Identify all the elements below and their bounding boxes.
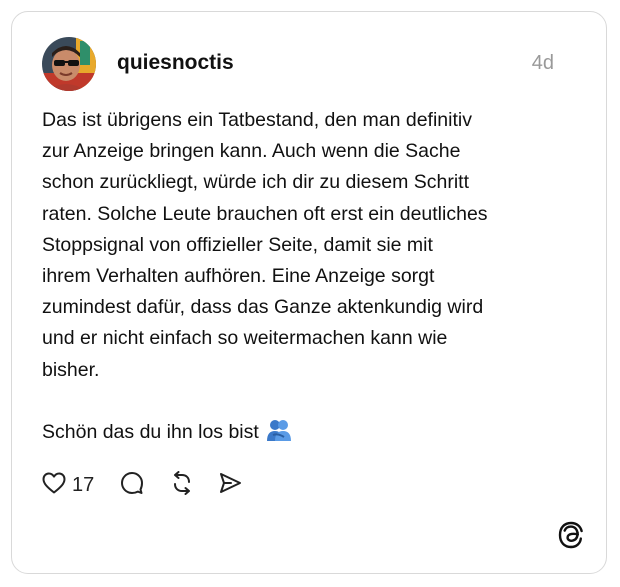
post-text-line: Stoppsignal von offizieller Seite, damit… — [42, 233, 433, 256]
post-text-line: zumindest dafür, dass das Ganze aktenkun… — [42, 296, 484, 319]
post-text-line: schon zurückliegt, würde ich dir zu dies… — [42, 171, 470, 194]
post-text-line: raten. Solche Leute brauchen oft erst ei… — [42, 202, 488, 225]
post-text-line: Das ist übrigens ein Tatbestand, den man… — [42, 109, 472, 131]
post-text: Das ist übrigens ein Tatbestand, den man… — [42, 105, 572, 452]
post-text-line: ihrem Verhalten aufhören. Eine Anzeige s… — [42, 265, 435, 288]
like-button[interactable]: 17 — [42, 470, 94, 500]
post-text-line: und er nicht einfach so weitermachen kan… — [42, 327, 448, 350]
heart-icon — [42, 472, 66, 499]
repost-icon — [170, 470, 194, 500]
reply-button[interactable] — [120, 470, 144, 500]
closing-text: Schön das du ihn los bist — [42, 421, 259, 444]
send-icon — [218, 471, 242, 500]
like-count: 17 — [72, 473, 95, 496]
avatar[interactable] — [42, 37, 96, 91]
post-text-line: bisher. — [42, 358, 100, 381]
share-button[interactable] — [218, 470, 242, 500]
comment-icon — [120, 471, 144, 500]
people-hugging-emoji-icon — [266, 418, 292, 452]
post-text-line: zur Anzeige bringen kann. Auch wenn die … — [42, 140, 461, 163]
repost-button[interactable] — [170, 470, 194, 500]
threads-logo-icon[interactable] — [557, 521, 585, 549]
post-closing-line: Schön das du ihn los bist — [42, 417, 572, 452]
post-timestamp: 4d — [531, 52, 554, 74]
username[interactable]: quiesnoctis — [117, 50, 234, 76]
